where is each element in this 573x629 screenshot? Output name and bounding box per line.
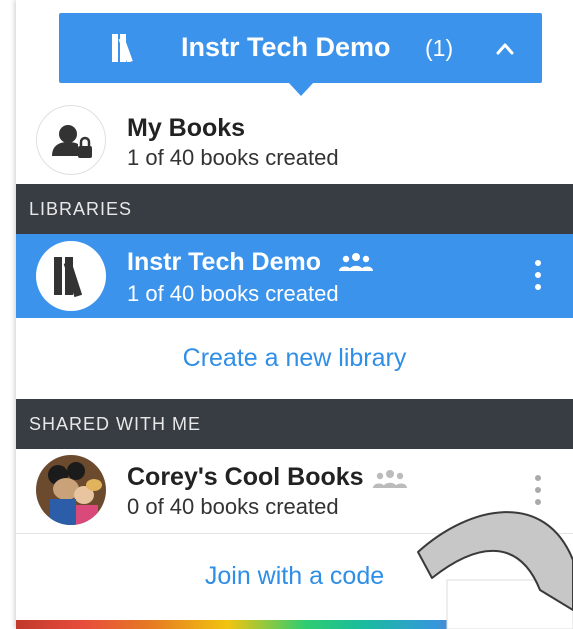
library-switcher-button[interactable]: Instr Tech Demo (1) bbox=[59, 13, 542, 83]
rainbow-footer-strip bbox=[16, 620, 573, 629]
library-switcher-count: (1) bbox=[425, 35, 454, 61]
library-item-title: Instr Tech Demo bbox=[127, 248, 322, 276]
shared-section-header: SHARED WITH ME bbox=[16, 399, 573, 449]
divider bbox=[16, 533, 573, 534]
library-item-subtitle: 1 of 40 books created bbox=[127, 281, 339, 306]
books-icon bbox=[112, 34, 133, 62]
user-lock-icon bbox=[52, 125, 92, 158]
user-photo-image bbox=[36, 455, 106, 525]
books-icon bbox=[54, 257, 83, 298]
join-with-code-link[interactable]: Join with a code bbox=[16, 562, 573, 591]
avatar bbox=[36, 105, 106, 175]
shared-library-subtitle: 0 of 40 books created bbox=[127, 494, 339, 519]
my-books-subtitle: 1 of 40 books created bbox=[127, 145, 339, 170]
library-item-instr-tech-demo[interactable]: Instr Tech Demo 1 of 40 books created bbox=[16, 234, 573, 318]
my-books-title: My Books bbox=[127, 114, 246, 142]
library-menu-panel: Instr Tech Demo (1) My Books 1 of 40 boo… bbox=[16, 0, 573, 629]
shared-library-title: Corey's Cool Books bbox=[127, 463, 364, 491]
avatar bbox=[36, 241, 106, 311]
avatar bbox=[36, 455, 106, 525]
chevron-up-icon bbox=[496, 43, 514, 55]
libraries-section-header: LIBRARIES bbox=[16, 184, 573, 234]
shared-library-item-coreys-cool-books[interactable]: Corey's Cool Books 0 of 40 books created bbox=[16, 449, 573, 533]
group-icon bbox=[339, 253, 373, 271]
my-books-item[interactable]: My Books 1 of 40 books created bbox=[16, 100, 573, 184]
create-library-link[interactable]: Create a new library bbox=[16, 344, 573, 373]
more-options-icon[interactable] bbox=[528, 260, 548, 290]
group-icon bbox=[373, 470, 407, 488]
dropdown-pointer bbox=[288, 82, 314, 96]
more-options-icon[interactable] bbox=[528, 475, 548, 505]
library-switcher-title: Instr Tech Demo bbox=[181, 32, 391, 62]
